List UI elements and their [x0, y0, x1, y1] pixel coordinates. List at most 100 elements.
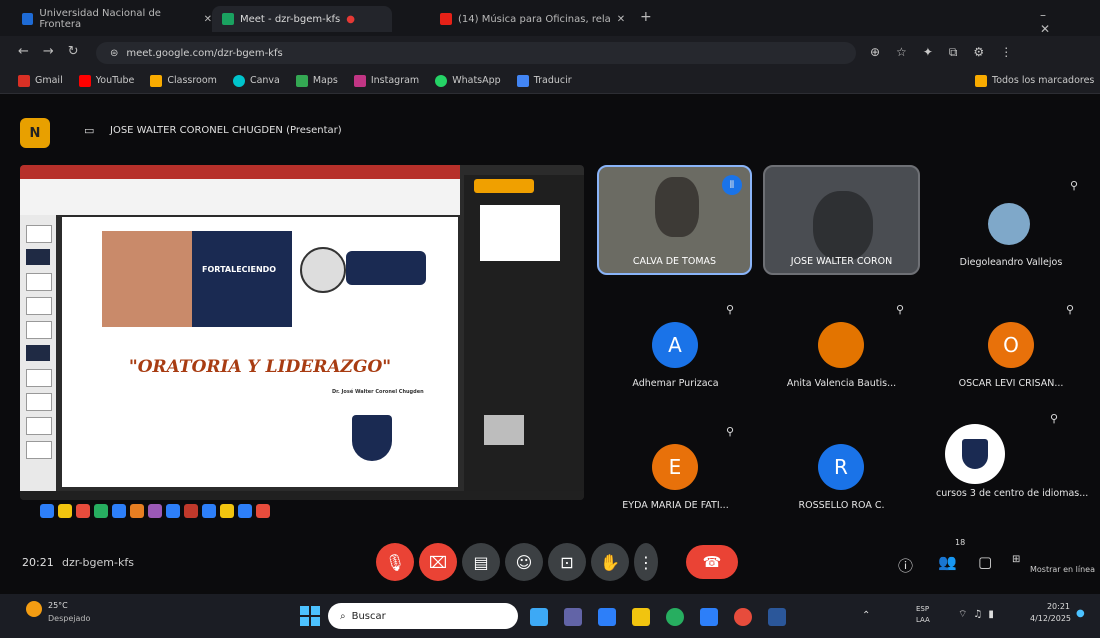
- more-vert-icon: ⋮: [638, 552, 654, 572]
- current-slide: FORTALECIENDO "ORATORIA Y LIDERAZGO" Dr.…: [62, 217, 458, 487]
- close-icon[interactable]: ✕: [617, 14, 625, 25]
- close-icon[interactable]: ✕: [204, 14, 212, 25]
- presentation-app-icon: N: [20, 118, 50, 148]
- spotify-icon[interactable]: [666, 608, 684, 626]
- browser-toolbar-icons[interactable]: ⊕☆✦⧉⚙⋮: [870, 45, 1028, 60]
- start-button[interactable]: [300, 606, 320, 626]
- taskbar-search[interactable]: ⌕ Buscar: [328, 603, 518, 629]
- search-label: Buscar: [351, 610, 386, 622]
- hang-up-icon: ☎: [702, 553, 722, 571]
- search-icon: ⌕: [340, 610, 346, 622]
- tab-label: Meet - dzr-bgem-kfs: [240, 13, 341, 25]
- bookmark-maps[interactable]: Maps: [295, 74, 338, 87]
- camera-toggle-button[interactable]: ⌧: [419, 543, 457, 581]
- video-tile-diego[interactable]: ⚲ Diegoleandro Vallejos: [936, 165, 1086, 275]
- avatar-anita: [818, 322, 864, 368]
- browser-tab-bar: Universidad Nacional de Frontera ✕ Meet …: [0, 0, 1100, 36]
- university-icon: [22, 13, 34, 25]
- avatar: [988, 203, 1030, 245]
- ppt-title-bar: [20, 165, 460, 179]
- participant-count: 18: [955, 538, 966, 547]
- bookmark-gmail[interactable]: Gmail: [18, 74, 63, 87]
- edge-icon[interactable]: [598, 608, 616, 626]
- tab-youtube[interactable]: (14) Música para Oficinas, rela ✕: [430, 6, 650, 32]
- camera-off-icon: ⌧: [428, 552, 448, 572]
- gmail-icon: [18, 74, 30, 87]
- all-bookmarks[interactable]: Todos los marcadores: [975, 74, 1094, 87]
- store-icon[interactable]: [700, 608, 718, 626]
- word-icon[interactable]: [768, 608, 786, 626]
- people-button[interactable]: 👥: [938, 553, 957, 571]
- new-tab-icon[interactable]: +: [640, 9, 652, 25]
- tab-label: Universidad Nacional de Frontera: [39, 8, 161, 30]
- youtube-icon: [78, 74, 91, 87]
- more-options-button[interactable]: ⋮: [634, 543, 658, 581]
- ppt-ribbon: [20, 179, 460, 215]
- meeting-code: dzr-bgem-kfs: [62, 556, 134, 569]
- info-icon[interactable]: ⓘ: [898, 555, 913, 576]
- bookmark-translate[interactable]: Traducir: [516, 74, 572, 87]
- inner-meet-panel: [464, 175, 584, 495]
- teams-icon[interactable]: [564, 608, 582, 626]
- bookmark-youtube[interactable]: YouTube: [78, 74, 134, 87]
- tab-meet[interactable]: Meet - dzr-bgem-kfs ●: [212, 6, 392, 32]
- weather-icon: [26, 601, 42, 617]
- meet-icon: [222, 13, 234, 25]
- inner-taskbar: [20, 491, 584, 500]
- avatar-oscar: O: [988, 322, 1034, 368]
- present-button[interactable]: ⊡: [548, 543, 586, 581]
- notification-icon[interactable]: ●: [1076, 608, 1085, 619]
- present-icon: ⊡: [560, 552, 574, 572]
- slide-title: "ORATORIA Y LIDERAZGO": [128, 357, 392, 377]
- university-shield-icon: [962, 439, 988, 469]
- inner-taskbar-icons: [40, 504, 560, 522]
- present-icon: ▭: [84, 124, 95, 137]
- bookmark-classroom[interactable]: Classroom: [150, 74, 217, 87]
- chrome-icon[interactable]: [734, 608, 752, 626]
- slide-banner-text: FORTALECIENDO: [202, 265, 277, 274]
- mic-off-icon: ⚲: [896, 303, 905, 316]
- mic-off-icon: ⚲: [726, 303, 735, 316]
- emoji-button[interactable]: ☺: [505, 543, 543, 581]
- widgets-icon[interactable]: [530, 608, 548, 626]
- mic-off-icon: ⚲: [726, 425, 735, 438]
- window-controls[interactable]: –✕: [1040, 8, 1100, 36]
- speaking-icon: ⦀: [722, 175, 742, 195]
- emoji-icon: ☺: [515, 552, 533, 572]
- raise-hand-button[interactable]: ✋: [591, 543, 629, 581]
- video-tile-jose[interactable]: JOSE WALTER CORON: [763, 165, 920, 275]
- site-info-icon[interactable]: ⊜: [110, 48, 118, 59]
- participant-name: Anita Valencia Bautis...: [786, 378, 897, 389]
- maps-icon: [295, 74, 308, 87]
- file-explorer-icon[interactable]: [632, 608, 650, 626]
- leave-call-button[interactable]: ☎: [686, 545, 738, 579]
- activities-icon[interactable]: ⊞: [1012, 554, 1020, 565]
- presenter-label: JOSE WALTER CORONEL CHUGDEN (Presentar): [110, 125, 342, 136]
- chat-icon[interactable]: ▢: [978, 553, 992, 571]
- url-field[interactable]: ⊜ meet.google.com/dzr-bgem-kfs: [96, 42, 856, 64]
- mic-toggle-button[interactable]: 🎙: [376, 543, 414, 581]
- bookmark-instagram[interactable]: Instagram: [353, 74, 419, 87]
- participant-name: Adhemar Purizaca: [632, 378, 719, 389]
- speaker-card: [346, 251, 426, 285]
- captions-button[interactable]: ▤: [462, 543, 500, 581]
- tab-university[interactable]: Universidad Nacional de Frontera ✕: [12, 6, 222, 32]
- participant-name: EYDA MARIA DE FATI...: [622, 500, 729, 511]
- bookmarks-bar: Gmail YouTube Classroom Canva Maps Insta…: [0, 68, 1100, 94]
- taskbar-date: 4/12/2025: [1030, 614, 1072, 623]
- participant-name: OSCAR LEVI CRISAN...: [958, 378, 1064, 389]
- tray-chevron-icon[interactable]: ⌃: [862, 610, 870, 621]
- video-tile-calva[interactable]: ⦀ CALVA DE TOMAS: [597, 165, 752, 275]
- avatar-eyda: E: [652, 444, 698, 490]
- system-tray-icons[interactable]: ⌔♫▮: [958, 608, 1000, 621]
- shared-screen: FORTALECIENDO "ORATORIA Y LIDERAZGO" Dr.…: [20, 165, 584, 500]
- language-indicator[interactable]: ESP LAA: [916, 604, 942, 626]
- nav-buttons[interactable]: ←→↻: [18, 44, 93, 59]
- bookmark-whatsapp[interactable]: WhatsApp: [435, 74, 501, 87]
- weather-desc: Despejado: [48, 614, 91, 623]
- avatar-rossello: R: [818, 444, 864, 490]
- mic-off-icon: ⚲: [1069, 179, 1078, 192]
- university-shield: [352, 415, 392, 461]
- bookmark-canva[interactable]: Canva: [232, 74, 280, 87]
- weather-temp: 25°C: [48, 601, 68, 610]
